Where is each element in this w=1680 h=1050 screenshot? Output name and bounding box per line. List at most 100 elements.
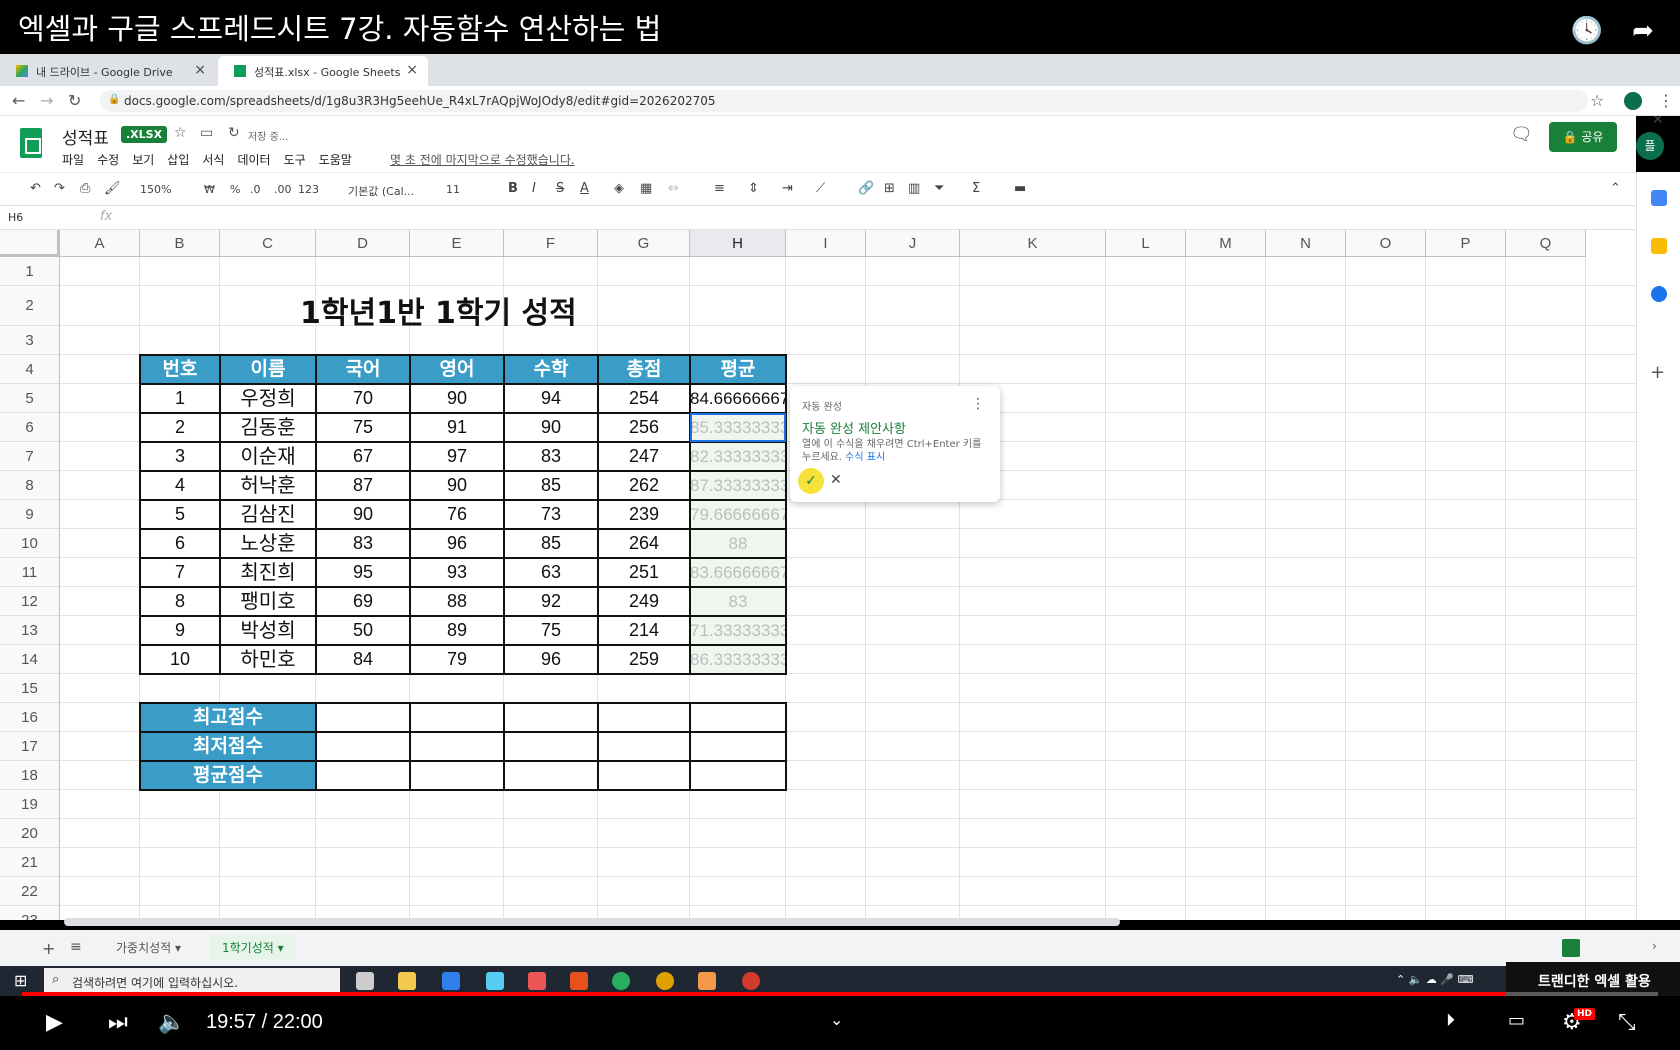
borders-icon[interactable]: ▦	[640, 181, 652, 196]
table-cell[interactable]: 88	[690, 529, 786, 558]
table-cell[interactable]: 85	[504, 471, 598, 500]
table-cell[interactable]: 82.33333333	[690, 442, 786, 471]
table-cell[interactable]: 73	[504, 500, 598, 529]
close-icon[interactable]: ×	[406, 62, 418, 78]
table-cell[interactable]: 92	[504, 587, 598, 616]
table-cell[interactable]: 87	[316, 471, 410, 500]
windows-start-icon[interactable]: ⊞	[14, 971, 27, 990]
zoom-select[interactable]: 150%	[140, 183, 171, 196]
column-header-k[interactable]: K	[960, 230, 1106, 257]
chrome-icon[interactable]	[656, 972, 674, 990]
row-header-9[interactable]: 9	[0, 500, 60, 529]
last-edit-link[interactable]: 몇 초 전에 마지막으로 수정했습니다.	[390, 151, 575, 168]
redo-icon[interactable]: ↷	[54, 181, 65, 196]
office-icon[interactable]	[570, 972, 588, 990]
add-sheet-icon[interactable]: +	[42, 939, 55, 958]
table-cell[interactable]: 94	[504, 384, 598, 413]
table-header-cell[interactable]: 번호	[140, 355, 220, 384]
column-header-e[interactable]: E	[410, 230, 504, 257]
comment-icon[interactable]: 🗨	[1510, 124, 1533, 145]
table-cell[interactable]: 83.66666667	[690, 558, 786, 587]
table-cell[interactable]: 87.33333333	[690, 471, 786, 500]
row-header-17[interactable]: 17	[0, 732, 60, 761]
table-header-cell[interactable]: 국어	[316, 355, 410, 384]
table-cell[interactable]: 84	[316, 645, 410, 674]
font-select[interactable]: 기본값 (Cal...	[348, 183, 414, 199]
sheet-tab-weighted[interactable]: 가중치성적 ▾	[116, 939, 181, 956]
summary-label[interactable]: 평균점수	[140, 761, 316, 790]
table-cell[interactable]: 239	[598, 500, 690, 529]
row-header-13[interactable]: 13	[0, 616, 60, 645]
menu-insert[interactable]: 삽입	[167, 153, 189, 167]
next-icon[interactable]: ⏭	[108, 1010, 128, 1035]
table-cell[interactable]: 96	[410, 529, 504, 558]
table-cell[interactable]: 4	[140, 471, 220, 500]
number-format-button[interactable]: 123	[298, 183, 319, 196]
table-cell[interactable]: 251	[598, 558, 690, 587]
reject-close-icon[interactable]: ✕	[830, 472, 842, 488]
table-cell[interactable]: 247	[598, 442, 690, 471]
row-header-10[interactable]: 10	[0, 529, 60, 558]
column-header-h[interactable]: H	[690, 230, 786, 257]
menu-file[interactable]: 파일	[62, 153, 84, 167]
column-header-f[interactable]: F	[504, 230, 598, 257]
column-header-j[interactable]: J	[866, 230, 960, 257]
column-header-p[interactable]: P	[1426, 230, 1506, 257]
table-header-cell[interactable]: 이름	[220, 355, 316, 384]
menu-data[interactable]: 데이터	[237, 153, 270, 167]
reload-icon[interactable]: ↻	[68, 91, 81, 110]
add-addon-icon[interactable]: +	[1650, 362, 1665, 383]
table-cell[interactable]: 하민호	[220, 645, 316, 674]
profile-icon[interactable]	[1624, 92, 1642, 110]
column-header-d[interactable]: D	[316, 230, 410, 257]
play-icon[interactable]: ▶	[46, 1010, 63, 1035]
row-header-5[interactable]: 5	[0, 384, 60, 413]
keep-icon[interactable]	[1651, 238, 1667, 254]
table-cell[interactable]: 김삼진	[220, 500, 316, 529]
table-cell[interactable]: 256	[598, 413, 690, 442]
table-cell[interactable]: 254	[598, 384, 690, 413]
row-header-2[interactable]: 2	[0, 286, 60, 326]
move-folder-icon[interactable]: ▭	[200, 125, 213, 141]
menu-format[interactable]: 서식	[202, 153, 224, 167]
autoplay-toggle[interactable]: ⏵	[1446, 1010, 1455, 1031]
subtitles-icon[interactable]: ▭	[1508, 1010, 1525, 1031]
text-wrap-icon[interactable]: ⇥	[782, 181, 793, 196]
font-size-select[interactable]: 11	[446, 183, 460, 196]
table-cell[interactable]: 1	[140, 384, 220, 413]
select-all-corner[interactable]	[0, 230, 60, 257]
column-header-b[interactable]: B	[140, 230, 220, 257]
table-cell[interactable]: 83	[504, 442, 598, 471]
functions-icon[interactable]: Σ	[972, 181, 980, 196]
table-cell[interactable]: 259	[598, 645, 690, 674]
row-header-21[interactable]: 21	[0, 848, 60, 877]
tab-google-drive[interactable]: 내 드라이브 - Google Drive ×	[0, 56, 216, 86]
security-icon[interactable]	[486, 972, 504, 990]
back-icon[interactable]: ←	[12, 91, 25, 110]
sheets-logo-icon[interactable]	[20, 128, 42, 158]
menu-edit[interactable]: 수정	[97, 153, 119, 167]
row-header-3[interactable]: 3	[0, 326, 60, 355]
tab-google-sheets[interactable]: 성적표.xlsx - Google Sheets ×	[218, 56, 428, 86]
table-cell[interactable]: 264	[598, 529, 690, 558]
italic-icon[interactable]: I	[532, 181, 536, 196]
table-cell[interactable]: 6	[140, 529, 220, 558]
share-icon[interactable]: ➦	[1626, 14, 1660, 48]
horizontal-scrollbar[interactable]	[64, 918, 1120, 926]
table-cell[interactable]: 86.33333333	[690, 645, 786, 674]
table-cell[interactable]: 팽미호	[220, 587, 316, 616]
row-header-12[interactable]: 12	[0, 587, 60, 616]
strikethrough-icon[interactable]: S	[556, 181, 564, 196]
chrome-profile-icon[interactable]	[742, 972, 760, 990]
column-header-q[interactable]: Q	[1506, 230, 1586, 257]
system-tray-icons[interactable]: ⌃ 🔈 ☁ 🎤 ⌨	[1396, 973, 1473, 986]
table-cell[interactable]: 71.33333333	[690, 616, 786, 645]
more-vert-icon[interactable]: ⋮	[971, 396, 985, 412]
row-header-16[interactable]: 16	[0, 703, 60, 732]
table-cell[interactable]: 7	[140, 558, 220, 587]
close-icon[interactable]: ×	[194, 62, 206, 78]
tasks-icon[interactable]	[1651, 286, 1667, 302]
forward-icon[interactable]: →	[40, 91, 53, 110]
avatar[interactable]: 플	[1636, 132, 1664, 160]
table-cell[interactable]: 76	[410, 500, 504, 529]
